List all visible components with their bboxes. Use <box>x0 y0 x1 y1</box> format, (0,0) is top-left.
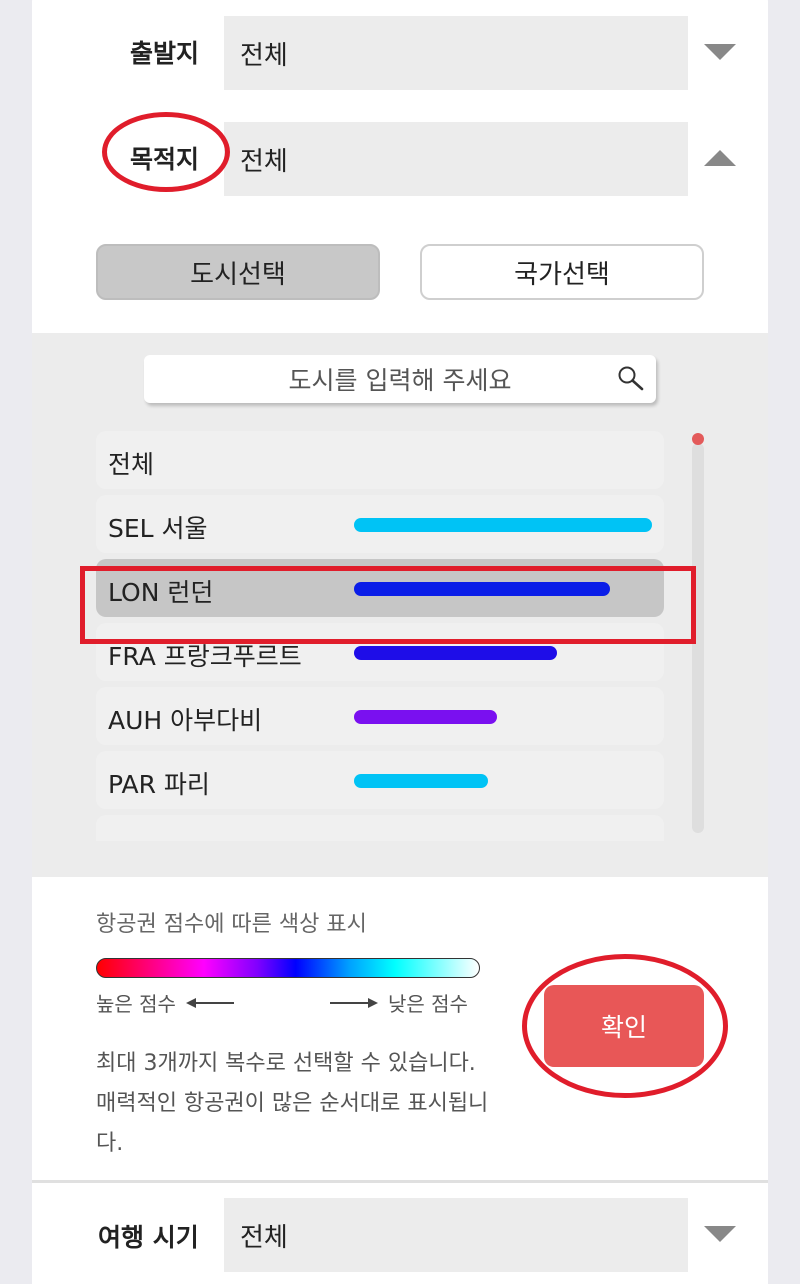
city-item-partial[interactable] <box>96 815 664 841</box>
city-label: 전체 <box>108 450 155 479</box>
chevron-down-icon[interactable] <box>704 44 736 60</box>
city-label: SEL 서울 <box>108 514 208 543</box>
country-select-button[interactable]: 국가선택 <box>420 244 704 300</box>
city-select-button[interactable]: 도시선택 <box>96 244 380 300</box>
score-gradient <box>96 958 480 978</box>
city-item[interactable]: SEL 서울 <box>96 495 664 553</box>
annotation-circle-destination <box>102 112 230 192</box>
chevron-up-icon[interactable] <box>704 150 736 166</box>
city-item[interactable]: AUH 아부다비 <box>96 687 664 745</box>
destination-select[interactable]: 전체 <box>224 122 688 196</box>
city-label: PAR 파리 <box>108 770 210 799</box>
legend-low-label: 낮은 점수 <box>388 992 468 1016</box>
arrow-left-icon <box>185 997 234 1008</box>
city-search-input[interactable]: 도시를 입력해 주세요 <box>144 355 656 403</box>
legend-low: 낮은 점수 <box>330 988 468 1017</box>
travel-period-label: 여행 시기 <box>98 1223 199 1252</box>
origin-select[interactable]: 전체 <box>224 16 688 90</box>
score-bar <box>354 518 652 532</box>
score-bar <box>354 710 497 724</box>
legend-title: 항공권 점수에 따른 색상 표시 <box>96 912 367 937</box>
legend-high: 높은 점수 <box>96 988 234 1017</box>
city-item[interactable]: 전체 <box>96 431 664 489</box>
city-label: AUH 아부다비 <box>108 706 263 735</box>
city-item[interactable]: PAR 파리 <box>96 751 664 809</box>
travel-period-select[interactable]: 전체 <box>224 1198 688 1272</box>
annotation-circle-confirm <box>522 954 728 1098</box>
filter-panel: 출발지 전체 목적지 전체 도시선택 국가선택 도시를 입력해 주세요 전체 S… <box>32 0 768 1284</box>
chevron-down-icon[interactable] <box>704 1226 736 1242</box>
scroll-indicator <box>692 433 704 445</box>
divider <box>32 1180 768 1183</box>
arrow-right-icon <box>330 997 378 1008</box>
selection-note: 최대 3개까지 복수로 선택할 수 있습니다. 매력적인 항공권이 많은 순서대… <box>96 1051 489 1156</box>
score-bar <box>354 646 557 660</box>
annotation-box-london <box>80 566 696 644</box>
legend-high-label: 높은 점수 <box>96 992 176 1016</box>
search-icon[interactable] <box>616 364 646 394</box>
search-placeholder: 도시를 입력해 주세요 <box>288 366 512 395</box>
score-bar <box>354 774 488 788</box>
origin-label: 출발지 <box>130 39 200 68</box>
